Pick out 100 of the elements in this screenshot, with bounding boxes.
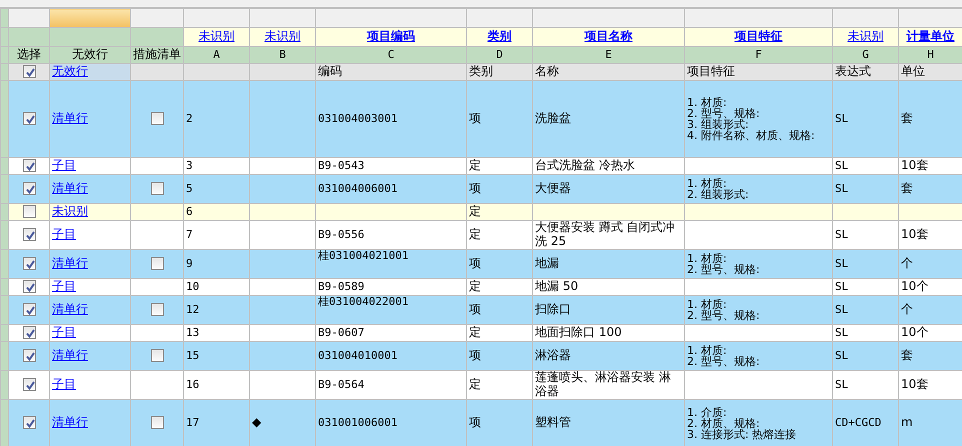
column-letter: A <box>184 46 250 64</box>
checkbox[interactable] <box>22 303 36 316</box>
table-cell: B9-0607 <box>316 324 466 342</box>
table-cell: 3 <box>184 158 250 174</box>
checkbox[interactable] <box>150 349 164 362</box>
table-cell: 16 <box>184 370 250 400</box>
table-cell: 个 <box>898 296 962 324</box>
table-cell: CD+CGCD <box>832 400 898 446</box>
table-cell: ◆ <box>250 400 316 446</box>
table-cell: SL <box>832 278 898 296</box>
row-type-link[interactable]: 清单行 <box>52 111 88 126</box>
table-cell: 类别 <box>466 64 532 80</box>
row-type-link[interactable]: 子目 <box>52 377 76 392</box>
row-type-link[interactable]: 清单行 <box>52 415 88 430</box>
table-cell: 名称 <box>532 64 684 80</box>
checkbox[interactable] <box>22 65 36 78</box>
table-cell: 031004010001 <box>316 342 466 370</box>
table-cell: 031004003001 <box>316 80 466 158</box>
table-cell: 定 <box>466 278 532 296</box>
table-cell: 大便器 <box>532 174 684 204</box>
table-cell: SL <box>832 220 898 250</box>
table-cell: 031001006001 <box>316 400 466 446</box>
table-cell: 地面扫除口 100 <box>532 324 684 342</box>
table-cell: 1. 材质: 2. 型号、规格: <box>684 296 832 324</box>
checkbox[interactable] <box>22 280 36 294</box>
column-letter: D <box>466 46 532 64</box>
table-cell: 10套 <box>898 158 962 174</box>
checkbox[interactable] <box>150 416 164 430</box>
table-cell: 5 <box>184 174 250 204</box>
column-letter: F <box>684 46 832 64</box>
table-cell: 项 <box>466 250 532 278</box>
column-letter: G <box>832 46 898 64</box>
checkbox[interactable] <box>22 349 36 362</box>
checkbox[interactable] <box>22 416 36 430</box>
table-cell: 项 <box>466 400 532 446</box>
checkbox[interactable] <box>22 182 36 196</box>
checkbox[interactable] <box>22 228 36 242</box>
table-cell: 15 <box>184 342 250 370</box>
column-header: 措施清单 <box>130 46 184 64</box>
table-cell: 台式洗脸盆 冷热水 <box>532 158 684 174</box>
table-cell: m <box>898 400 962 446</box>
table-cell: SL <box>832 370 898 400</box>
checkbox[interactable] <box>150 182 164 196</box>
table-cell: 031004006001 <box>316 174 466 204</box>
table-cell: 项目特征 <box>684 64 832 80</box>
checkbox[interactable] <box>150 303 164 316</box>
checkbox[interactable] <box>22 112 36 126</box>
table-cell: 单位 <box>898 64 962 80</box>
table-cell: 套 <box>898 80 962 158</box>
table-cell: 6 <box>184 204 250 220</box>
checkbox[interactable] <box>150 112 164 126</box>
table-cell: 项 <box>466 80 532 158</box>
table-cell: 10 <box>184 278 250 296</box>
table-cell: 洗脸盆 <box>532 80 684 158</box>
checkbox[interactable] <box>22 378 36 392</box>
table-cell: SL <box>832 158 898 174</box>
table-cell: 9 <box>184 250 250 278</box>
row-type-link[interactable]: 子目 <box>52 227 76 242</box>
table-cell: B9-0543 <box>316 158 466 174</box>
table-cell: 个 <box>898 250 962 278</box>
table-cell: 编码 <box>316 64 466 80</box>
table-cell: SL <box>832 342 898 370</box>
column-letter: C <box>316 46 466 64</box>
table-cell: 10个 <box>898 324 962 342</box>
table-cell: 套 <box>898 174 962 204</box>
table-cell: 1. 材质: 2. 型号、规格: <box>684 342 832 370</box>
column-header: 选择 <box>8 46 50 64</box>
table-cell: 1. 材质: 2. 型号、规格: <box>684 250 832 278</box>
column-letter: B <box>250 46 316 64</box>
table-cell: 套 <box>898 342 962 370</box>
table-cell: 定 <box>466 158 532 174</box>
table-cell: 1. 材质: 2. 型号、规格: 3. 组装形式: 4. 附件名称、材质、规格: <box>684 80 832 158</box>
table-cell: B9-0556 <box>316 220 466 250</box>
table-cell: 17 <box>184 400 250 446</box>
checkbox[interactable] <box>22 205 36 218</box>
table-cell: SL <box>832 174 898 204</box>
table-cell: 定 <box>466 220 532 250</box>
column-header: 无效行 <box>50 46 130 64</box>
table-cell: 定 <box>466 370 532 400</box>
table-cell: 10套 <box>898 220 962 250</box>
table-cell: SL <box>832 80 898 158</box>
table-cell: 项 <box>466 174 532 204</box>
checkbox[interactable] <box>22 257 36 270</box>
table-cell: 12 <box>184 296 250 324</box>
table-cell: 表达式 <box>832 64 898 80</box>
table-cell: B9-0564 <box>316 370 466 400</box>
table-cell: SL <box>832 296 898 324</box>
checkbox[interactable] <box>150 257 164 270</box>
checkbox[interactable] <box>22 159 36 172</box>
table-cell: 扫除口 <box>532 296 684 324</box>
table-cell: SL <box>832 250 898 278</box>
table-cell: 1. 材质: 2. 组装形式: <box>684 174 832 204</box>
table-cell: 项 <box>466 342 532 370</box>
table-cell: 10套 <box>898 370 962 400</box>
table-cell: 塑料管 <box>532 400 684 446</box>
table-cell: 项 <box>466 296 532 324</box>
table-cell: SL <box>832 324 898 342</box>
checkbox[interactable] <box>22 326 36 340</box>
table-cell: 1. 介质: 2. 材质、规格: 3. 连接形式: 热熔连接 <box>684 400 832 446</box>
table-cell: 淋浴器 <box>532 342 684 370</box>
